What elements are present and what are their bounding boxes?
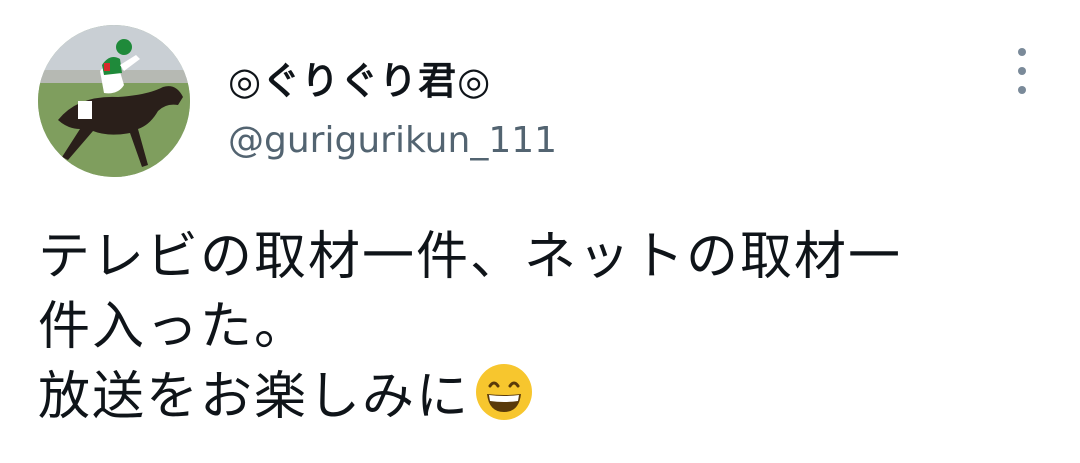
more-dot xyxy=(1018,67,1026,75)
tweet-line: 件入った。 xyxy=(38,297,309,357)
more-dot xyxy=(1018,86,1026,94)
avatar[interactable] xyxy=(38,25,190,177)
more-options-icon[interactable] xyxy=(1004,48,1040,94)
tweet-line-last: 放送をお楽しみに xyxy=(38,362,1058,432)
grinning-face-emoji-icon xyxy=(476,364,533,420)
avatar-photo xyxy=(38,25,190,177)
more-dot xyxy=(1018,48,1026,56)
tweet-line: テレビの取材一件、ネットの取材一 xyxy=(38,227,903,287)
user-handle[interactable]: @guriguri​kun_111 xyxy=(228,120,557,161)
tweet-line-text: 放送をお楽しみに xyxy=(38,367,471,427)
tweet-text: テレビの取材一件、ネットの取材一 件入った。 放送をお楽しみに xyxy=(38,222,1058,432)
display-name[interactable]: ◎ぐりぐり君◎ xyxy=(228,50,491,105)
